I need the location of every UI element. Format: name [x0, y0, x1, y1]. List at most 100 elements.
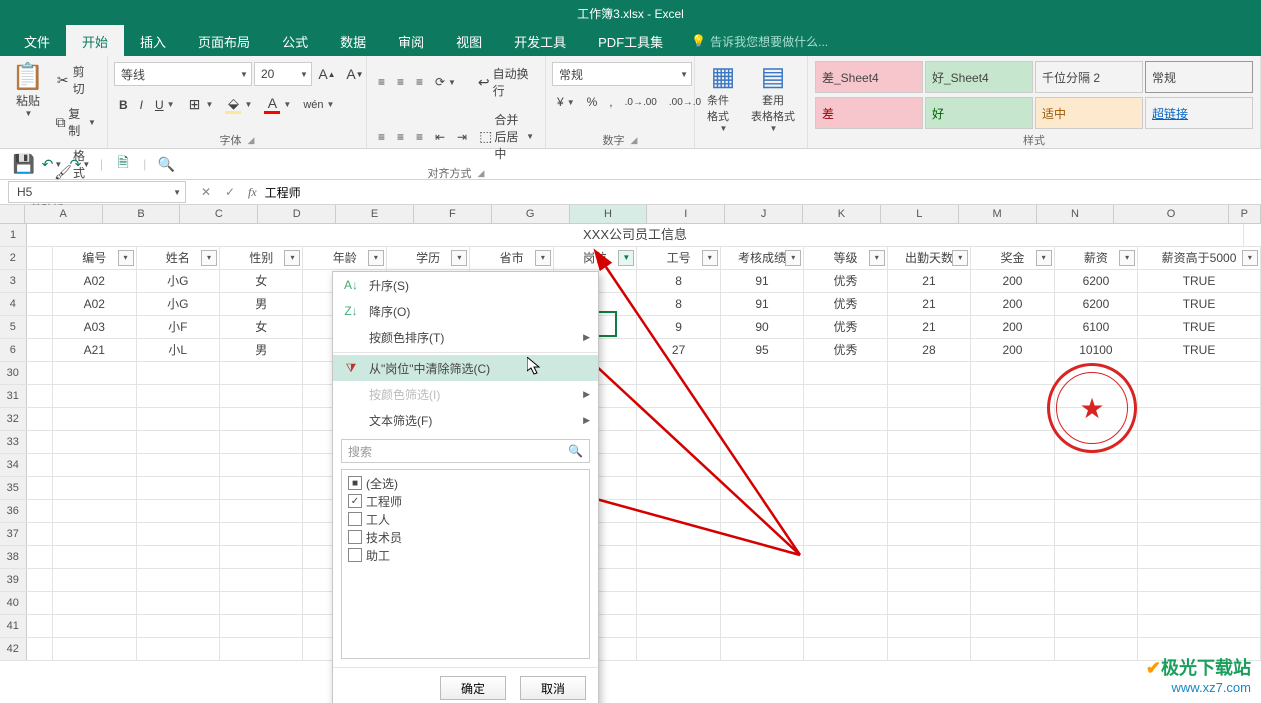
cell[interactable]	[27, 523, 54, 545]
header-cell[interactable]: 省市▾	[470, 247, 553, 269]
save-icon[interactable]: 💾	[16, 156, 32, 172]
cell[interactable]	[137, 615, 220, 637]
cut-button[interactable]: ✂剪切	[50, 60, 101, 100]
cell[interactable]	[53, 615, 136, 637]
cell[interactable]	[804, 615, 887, 637]
bold-button[interactable]: B	[114, 95, 133, 115]
underline-button[interactable]: U▼	[150, 95, 180, 115]
cell[interactable]	[137, 569, 220, 591]
cell[interactable]: 6200	[1055, 270, 1138, 292]
cell[interactable]: 91	[721, 270, 804, 292]
font-name-combo[interactable]: 等线▼	[114, 62, 252, 86]
header-cell[interactable]: 工号▾	[637, 247, 720, 269]
comma-button[interactable]: ,	[604, 92, 617, 112]
filter-toggle-button[interactable]: ▾	[1119, 250, 1135, 266]
row-header[interactable]: 4	[0, 293, 27, 315]
cell[interactable]	[220, 500, 303, 522]
increase-decimal-button[interactable]: .0→.00	[620, 94, 662, 111]
cell[interactable]	[27, 569, 54, 591]
cell[interactable]	[27, 293, 54, 315]
align-right-button[interactable]: ≡	[411, 127, 428, 147]
col-header[interactable]: M	[959, 205, 1037, 223]
cell[interactable]	[27, 546, 54, 568]
style-neutral[interactable]: 适中	[1035, 97, 1143, 129]
cell[interactable]	[971, 592, 1054, 614]
cell[interactable]	[1055, 615, 1138, 637]
cell[interactable]	[971, 385, 1054, 407]
font-color-button[interactable]: A▼	[259, 92, 296, 117]
row-header[interactable]: 40	[0, 592, 27, 614]
cell[interactable]	[53, 500, 136, 522]
print-preview-icon[interactable]: 🔍	[158, 156, 174, 172]
align-top-button[interactable]: ≡	[373, 72, 390, 92]
cell[interactable]: 优秀	[804, 270, 887, 292]
cell[interactable]	[721, 592, 804, 614]
text-filter-item[interactable]: 文本筛选(F)▶	[333, 407, 598, 433]
cell[interactable]: 小L	[137, 339, 220, 361]
cell[interactable]	[971, 523, 1054, 545]
cell[interactable]	[27, 592, 54, 614]
row-header[interactable]: 42	[0, 638, 27, 660]
cell[interactable]	[888, 408, 971, 430]
cell[interactable]	[888, 592, 971, 614]
cell[interactable]: 6100	[1055, 316, 1138, 338]
cell[interactable]	[888, 431, 971, 453]
table-title[interactable]: XXX公司员工信息	[27, 224, 1244, 246]
tab-data[interactable]: 数据	[324, 25, 382, 58]
italic-button[interactable]: I	[135, 95, 148, 115]
cell[interactable]	[137, 454, 220, 476]
cell[interactable]	[53, 546, 136, 568]
tab-pdf[interactable]: PDF工具集	[582, 25, 679, 58]
cell[interactable]	[1138, 569, 1261, 591]
cell[interactable]	[1055, 477, 1138, 499]
align-center-button[interactable]: ≡	[392, 127, 409, 147]
cell[interactable]	[804, 454, 887, 476]
col-header[interactable]: D	[258, 205, 336, 223]
cell[interactable]	[721, 454, 804, 476]
cell[interactable]	[137, 431, 220, 453]
cell[interactable]: 200	[971, 293, 1054, 315]
col-header[interactable]: B	[103, 205, 181, 223]
cell[interactable]: 女	[220, 270, 303, 292]
cell[interactable]	[971, 454, 1054, 476]
col-header[interactable]: A	[25, 205, 103, 223]
cell[interactable]	[971, 546, 1054, 568]
cell[interactable]	[721, 431, 804, 453]
cell[interactable]: A03	[53, 316, 136, 338]
ok-button[interactable]: 确定	[440, 676, 506, 700]
cell[interactable]	[27, 270, 54, 292]
currency-button[interactable]: ¥▼	[552, 92, 580, 112]
cell[interactable]	[220, 592, 303, 614]
cell[interactable]	[27, 615, 54, 637]
worksheet-grid[interactable]: A B C D E F G H I J K L M N O P 1XXX公司员工…	[0, 205, 1261, 703]
row-header[interactable]: 30	[0, 362, 27, 384]
filter-toggle-button[interactable]: ▾	[952, 250, 968, 266]
row-header[interactable]: 31	[0, 385, 27, 407]
cancel-button[interactable]: 取消	[520, 676, 586, 700]
filter-value-list[interactable]: ■(全选)✓工程师工人技术员助工	[341, 469, 590, 659]
cell[interactable]	[1138, 454, 1261, 476]
cell[interactable]	[971, 362, 1054, 384]
cell[interactable]	[637, 431, 720, 453]
cell[interactable]: 9	[637, 316, 720, 338]
header-cell[interactable]: 考核成绩▾	[721, 247, 804, 269]
cell[interactable]: A02	[53, 293, 136, 315]
cell[interactable]	[637, 638, 720, 660]
col-header[interactable]: G	[492, 205, 570, 223]
cell[interactable]	[137, 546, 220, 568]
cell[interactable]	[637, 569, 720, 591]
wrap-text-button[interactable]: ↩自动换行	[472, 62, 539, 102]
cell[interactable]	[1055, 454, 1138, 476]
border-button[interactable]: ⊞▼	[182, 94, 219, 116]
cell[interactable]	[1138, 500, 1261, 522]
row-header[interactable]: 33	[0, 431, 27, 453]
cell[interactable]	[1055, 638, 1138, 660]
style-hyperlink[interactable]: 超链接	[1145, 97, 1253, 129]
cell[interactable]: 小F	[137, 316, 220, 338]
row-header[interactable]: 2	[0, 247, 27, 269]
col-header[interactable]: P	[1229, 205, 1261, 223]
name-box[interactable]: H5▼	[8, 181, 186, 203]
cell[interactable]	[888, 385, 971, 407]
filter-search-input[interactable]: 搜索🔍	[341, 439, 590, 463]
cell[interactable]	[53, 592, 136, 614]
